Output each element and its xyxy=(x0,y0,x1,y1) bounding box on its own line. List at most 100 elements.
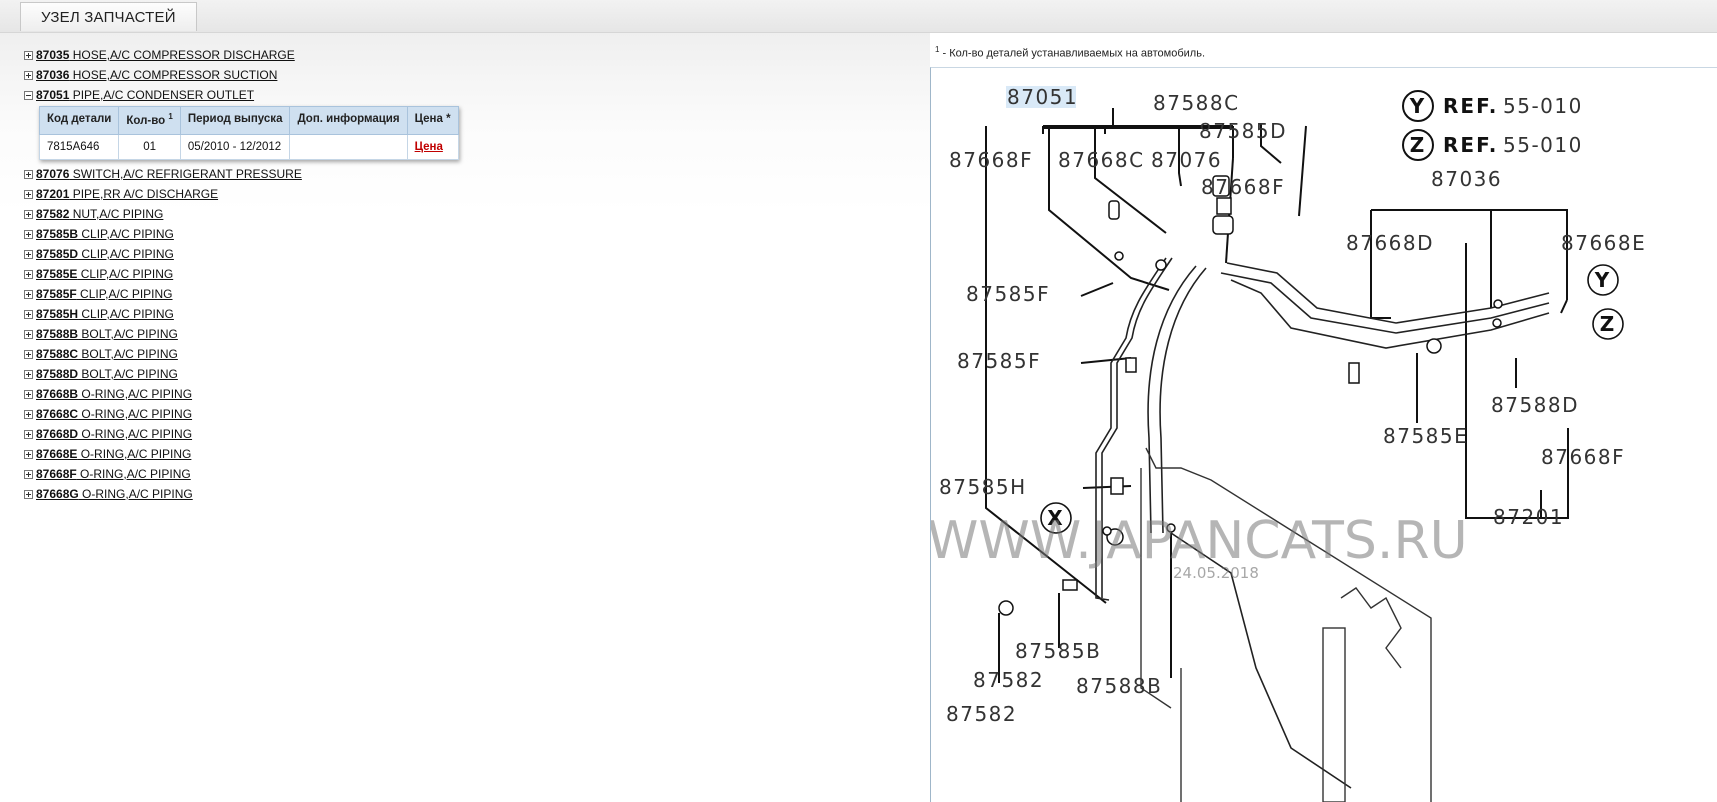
parts-table: Код детали Кол-во 1 Период выпуска Доп. инф… xyxy=(38,106,459,160)
expand-icon[interactable] xyxy=(24,389,33,399)
tree-node: 87051 PIPE,A/C CONDENSER OUTLET xyxy=(24,85,459,105)
cell-period: 05/2010 - 12/2012 xyxy=(179,133,291,160)
part-name: SWITCH,A/C REFRIGERANT PRESSURE xyxy=(69,166,302,181)
label-87201[interactable]: 87201 xyxy=(1493,505,1564,529)
expand-icon[interactable] xyxy=(24,369,33,379)
expand-icon[interactable] xyxy=(24,489,33,499)
cell-code: 7815A646 xyxy=(38,133,120,160)
table-header-row: Код детали Кол-во 1 Период выпуска Доп. инф… xyxy=(38,106,459,135)
col-info: Доп. информация xyxy=(289,106,408,135)
expand-icon[interactable] xyxy=(24,329,33,339)
part-name: HOSE,A/C COMPRESSOR DISCHARGE xyxy=(69,48,295,62)
label-87582-b[interactable]: 87582 xyxy=(946,702,1017,726)
tree-node-link[interactable]: 87588C BOLT,A/C PIPING xyxy=(36,347,178,361)
tree-node-link[interactable]: 87588D BOLT,A/C PIPING xyxy=(36,367,178,381)
ref-z-number[interactable]: 55-010 xyxy=(1503,133,1583,157)
label-87036[interactable]: 87036 xyxy=(1431,167,1502,191)
tree-node: 87036 HOSE,A/C COMPRESSOR SUCTION xyxy=(24,65,459,85)
expand-icon[interactable] xyxy=(24,409,33,419)
tree-node-link[interactable]: 87051 PIPE,A/C CONDENSER OUTLET xyxy=(36,88,254,102)
tree-node-link[interactable]: 87668F O-RING,A/C PIPING xyxy=(36,467,191,481)
parts-tree: 87035 HOSE,A/C COMPRESSOR DISCHARGE 87036… xyxy=(24,45,459,504)
tree-node-link[interactable]: 87076 SWITCH,A/C REFRIGERANT PRESSURE xyxy=(36,167,302,181)
expand-icon[interactable] xyxy=(24,249,33,259)
collapse-icon[interactable] xyxy=(24,91,33,100)
parts-diagram[interactable]: 87051 87588C 87585D 87668F 87668C 87076 … xyxy=(930,67,1717,802)
expand-icon[interactable] xyxy=(24,229,33,239)
tree-node-link[interactable]: 87588B BOLT,A/C PIPING xyxy=(36,327,178,341)
label-87585F-a[interactable]: 87585F xyxy=(966,282,1050,306)
tree-node-link[interactable]: 87668C O-RING,A/C PIPING xyxy=(36,407,192,421)
part-code: 87668B xyxy=(36,386,79,401)
tree-node-link[interactable]: 87585F CLIP,A/C PIPING xyxy=(36,287,173,301)
expand-icon[interactable] xyxy=(24,209,33,219)
expand-icon[interactable] xyxy=(24,429,33,439)
label-87588D[interactable]: 87588D xyxy=(1491,393,1579,417)
price-link[interactable]: Цена xyxy=(415,141,443,153)
label-87668F-right[interactable]: 87668F xyxy=(1541,445,1625,469)
tree-node-link[interactable]: 87585E CLIP,A/C PIPING xyxy=(36,267,173,281)
expand-icon[interactable] xyxy=(24,169,33,179)
label-87585D[interactable]: 87585D xyxy=(1199,119,1287,143)
expand-icon[interactable] xyxy=(24,269,33,279)
tab-part-assembly[interactable]: УЗЕЛ ЗАПЧАСТЕЙ xyxy=(20,2,197,31)
tree-node-link[interactable]: 87201 PIPE,RR A/C DISCHARGE xyxy=(36,187,218,201)
expand-icon[interactable] xyxy=(24,71,33,80)
col-period: Период выпуска xyxy=(179,106,291,135)
tree-node: 87582 NUT,A/C PIPING xyxy=(24,204,459,224)
expand-icon[interactable] xyxy=(24,309,33,319)
part-name: PIPE,RR A/C DISCHARGE xyxy=(69,186,219,201)
watermark: WWW.JAPANCATS.RU xyxy=(931,511,1468,571)
label-87585E[interactable]: 87585E xyxy=(1383,424,1468,448)
expand-icon[interactable] xyxy=(24,469,33,479)
label-87585B[interactable]: 87585B xyxy=(1015,639,1101,663)
label-87585H[interactable]: 87585H xyxy=(939,475,1027,499)
tree-node-link[interactable]: 87585D CLIP,A/C PIPING xyxy=(36,247,174,261)
tree-node: 87585B CLIP,A/C PIPING xyxy=(24,224,459,244)
expand-icon[interactable] xyxy=(24,189,33,199)
part-name: CLIP,A/C PIPING xyxy=(76,286,173,301)
cell-info xyxy=(289,133,408,160)
label-87668D[interactable]: 87668D xyxy=(1346,231,1434,255)
tree-node: 87668E O-RING,A/C PIPING xyxy=(24,444,459,464)
expand-icon[interactable] xyxy=(24,51,33,60)
part-code: 87585D xyxy=(36,246,79,261)
tree-node: 87668D O-RING,A/C PIPING xyxy=(24,424,459,444)
ref-y-number[interactable]: 55-010 xyxy=(1503,94,1583,118)
label-87585F-b[interactable]: 87585F xyxy=(957,349,1041,373)
col-qty-label: Кол-во xyxy=(126,114,166,127)
part-code: 87668F xyxy=(36,466,77,481)
label-87668C[interactable]: 87668C xyxy=(1058,148,1145,172)
tree-node-link[interactable]: 87035 HOSE,A/C COMPRESSOR DISCHARGE xyxy=(36,48,295,62)
callout-y: Y xyxy=(1594,268,1611,292)
tree-node-link[interactable]: 87582 NUT,A/C PIPING xyxy=(36,207,163,221)
label-87588B[interactable]: 87588B xyxy=(1076,674,1162,698)
part-name: PIPE,A/C CONDENSER OUTLET xyxy=(69,88,255,102)
tree-node-link[interactable]: 87036 HOSE,A/C COMPRESSOR SUCTION xyxy=(36,68,277,82)
tree-node-link[interactable]: 87668B O-RING,A/C PIPING xyxy=(36,387,192,401)
label-87076[interactable]: 87076 xyxy=(1151,148,1222,172)
tree-node-link[interactable]: 87668D O-RING,A/C PIPING xyxy=(36,427,192,441)
expand-icon[interactable] xyxy=(24,449,33,459)
tree-node-link[interactable]: 87585H CLIP,A/C PIPING xyxy=(36,307,174,321)
tree-node-link[interactable]: 87668E O-RING,A/C PIPING xyxy=(36,447,191,461)
label-87588C[interactable]: 87588C xyxy=(1153,91,1240,115)
footnote-text: - Кол-во деталей устанавливаемых на авто… xyxy=(939,47,1206,60)
part-name: BOLT,A/C PIPING xyxy=(78,346,178,361)
label-87582-a[interactable]: 87582 xyxy=(973,668,1044,692)
diagram-svg: 87051 87588C 87585D 87668F 87668C 87076 … xyxy=(931,85,1646,802)
expand-icon[interactable] xyxy=(24,289,33,299)
label-87668E[interactable]: 87668E xyxy=(1561,231,1646,255)
label-87668F-mid[interactable]: 87668F xyxy=(1201,175,1285,199)
part-name: O-RING,A/C PIPING xyxy=(78,426,193,441)
part-name: CLIP,A/C PIPING xyxy=(78,226,174,241)
callout-z: Z xyxy=(1600,312,1617,336)
tree-node-link[interactable]: 87668G O-RING,A/C PIPING xyxy=(36,487,193,501)
tree-node: 87585D CLIP,A/C PIPING xyxy=(24,244,459,264)
part-code: 87668E xyxy=(36,446,78,461)
tree-node: 87668B O-RING,A/C PIPING xyxy=(24,384,459,404)
label-87051[interactable]: 87051 xyxy=(1007,85,1078,109)
expand-icon[interactable] xyxy=(24,349,33,359)
label-87668F-top[interactable]: 87668F xyxy=(949,148,1033,172)
tree-node-link[interactable]: 87585B CLIP,A/C PIPING xyxy=(36,227,174,241)
